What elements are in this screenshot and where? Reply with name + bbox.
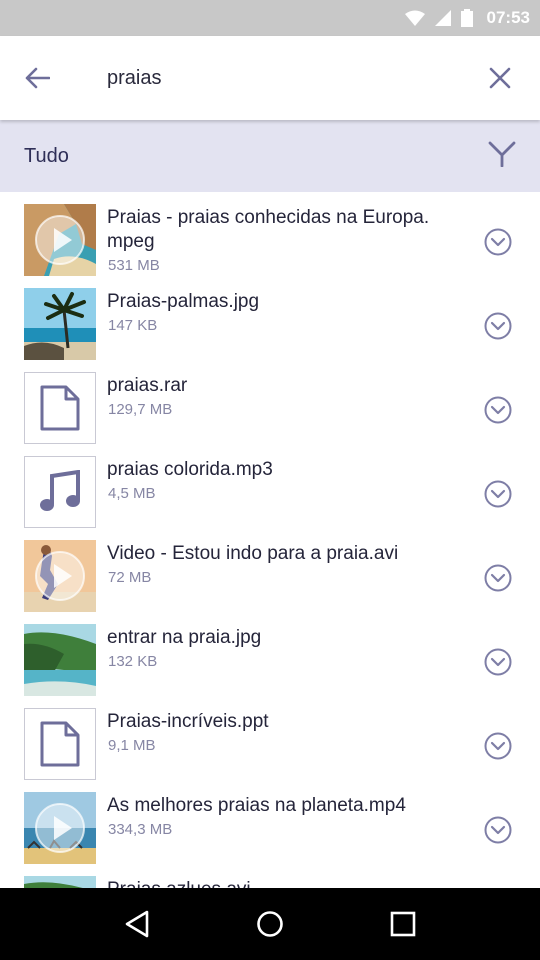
file-row[interactable]: entrar na praia.jpg 132 KB (0, 612, 540, 696)
clear-search-button[interactable] (460, 36, 540, 120)
chevron-down-icon[interactable] (484, 564, 512, 592)
file-row[interactable]: Praias - praias conhecidas na Europa. mp… (0, 192, 540, 276)
file-name: Praias-palmas.jpg (107, 291, 260, 312)
file-name: Praias - praias conhecidas na Europa. mp… (107, 207, 430, 252)
music-note-icon (24, 456, 96, 528)
image-thumbnail (24, 288, 96, 360)
file-row[interactable]: Praias azlues.avi (0, 864, 540, 888)
close-icon (489, 67, 511, 89)
file-name: Praias-incríveis.ppt (107, 711, 269, 732)
file-row[interactable]: praias colorida.mp3 4,5 MB (0, 444, 540, 528)
file-size: 129,7 MB (108, 401, 173, 418)
chevron-down-icon[interactable] (484, 396, 512, 424)
clock: 07:53 (486, 8, 530, 27)
search-bar: praias (0, 36, 540, 120)
file-size: 4,5 MB (108, 485, 156, 502)
back-triangle-icon (125, 910, 148, 938)
back-nav-button[interactable] (107, 894, 167, 954)
file-name: praias colorida.mp3 (107, 459, 273, 480)
file-row[interactable]: Video - Estou indo para a praia.avi 72 M… (0, 528, 540, 612)
file-name: praias.rar (107, 375, 188, 396)
file-row[interactable]: praias.rar 129,7 MB (0, 360, 540, 444)
filter-bar: Tudo (0, 120, 540, 192)
file-list: Praias - praias conhecidas na Europa. mp… (0, 192, 540, 888)
filter-button[interactable] (488, 141, 516, 172)
file-size: 9,1 MB (108, 737, 156, 754)
file-row[interactable]: Praias-palmas.jpg 147 KB (0, 276, 540, 360)
search-input[interactable]: praias (74, 67, 460, 90)
file-name: Video - Estou indo para a praia.avi (107, 543, 399, 564)
chevron-down-icon[interactable] (484, 480, 512, 508)
video-thumbnail (24, 540, 96, 612)
file-name: Praias azlues.avi (107, 878, 467, 888)
file-name: entrar na praia.jpg (107, 627, 262, 648)
chevron-down-icon[interactable] (484, 816, 512, 844)
file-size: 147 KB (108, 317, 158, 334)
chevron-down-icon[interactable] (484, 312, 512, 340)
document-icon (24, 708, 96, 780)
chevron-down-icon[interactable] (484, 648, 512, 676)
file-size: 531 MB (108, 257, 160, 274)
chevron-down-icon[interactable] (484, 228, 512, 256)
status-bar: 07:53 (0, 0, 540, 36)
file-size: 132 KB (108, 653, 158, 670)
chevron-down-icon[interactable] (484, 732, 512, 760)
image-thumbnail (24, 876, 96, 888)
recents-nav-button[interactable] (373, 894, 433, 954)
video-thumbnail (24, 204, 96, 276)
video-thumbnail (24, 792, 96, 864)
signal-icon (434, 10, 451, 26)
home-nav-button[interactable] (240, 894, 300, 954)
wifi-icon (404, 10, 425, 26)
document-icon (24, 372, 96, 444)
filter-icon (488, 141, 516, 167)
file-name: As melhores praias na planeta.mp4 (107, 795, 406, 816)
arrow-left-icon (25, 67, 50, 89)
file-row[interactable]: As melhores praias na planeta.mp4 334,3 … (0, 780, 540, 864)
home-circle-icon (257, 911, 283, 937)
file-size: 72 MB (108, 569, 152, 586)
file-row[interactable]: Praias-incríveis.ppt 9,1 MB (0, 696, 540, 780)
navigation-bar (0, 888, 540, 960)
file-size: 334,3 MB (108, 821, 173, 838)
image-thumbnail (24, 624, 96, 696)
battery-icon (460, 9, 473, 27)
back-button[interactable] (0, 36, 74, 120)
filter-label: Tudo (24, 144, 69, 167)
recents-square-icon (391, 911, 416, 937)
